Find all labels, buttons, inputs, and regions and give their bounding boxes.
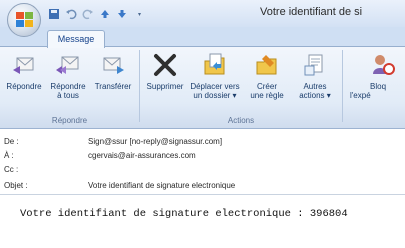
quick-access-toolbar (48, 6, 145, 20)
arrow-up-icon[interactable] (99, 7, 111, 19)
redo-icon[interactable] (82, 7, 94, 20)
message-body[interactable]: Votre identifiant de signature electroni… (20, 208, 348, 220)
from-label: De : (4, 137, 19, 146)
subject-value: Votre identifiant de signature electroni… (88, 181, 236, 190)
header-divider (0, 194, 405, 195)
other-actions-label-1: Autres (303, 82, 327, 91)
block-sender-label-2: l'expé (350, 91, 371, 100)
ribbon-separator (139, 50, 140, 122)
move-folder-icon (204, 53, 225, 75)
subject-label: Objet : (4, 181, 28, 190)
create-rule-button[interactable]: Créer une règle (244, 52, 290, 100)
office-logo-icon (16, 12, 33, 27)
save-icon[interactable] (48, 7, 60, 19)
delete-x-icon (154, 54, 176, 76)
other-actions-button[interactable]: Autres actions ▾ (292, 52, 338, 100)
reply-icon (13, 57, 34, 74)
delete-label: Supprimer (146, 82, 184, 91)
create-rule-label-2: une règle (250, 91, 284, 100)
ribbon-separator (342, 50, 343, 122)
arrow-down-icon[interactable] (116, 7, 128, 19)
to-value[interactable]: cgervais@air-assurances.com (88, 151, 196, 160)
window-title: Votre identifiant de si (260, 6, 363, 18)
create-rule-icon (256, 55, 277, 75)
reply-all-label-1: Répondre (50, 82, 86, 91)
group-label-actions: Actions (227, 116, 255, 125)
block-sender-label-1: Bloq (370, 82, 387, 91)
other-actions-icon (304, 54, 323, 76)
cc-label: Cc : (4, 165, 19, 174)
move-label-2: un dossier ▾ (193, 91, 237, 100)
reply-all-label-2: à tous (57, 91, 79, 100)
block-sender-button[interactable]: Bloq l'expé (350, 52, 405, 100)
forward-button[interactable]: Transférer (90, 52, 136, 91)
forward-icon (103, 57, 124, 74)
delete-button[interactable]: Supprimer (142, 52, 188, 91)
forward-label: Transférer (94, 82, 132, 91)
move-label-1: Déplacer vers (190, 82, 240, 91)
reply-button[interactable]: Répondre (2, 52, 46, 91)
block-sender-icon (373, 55, 395, 75)
from-value[interactable]: Sign@ssur [no-reply@signassur.com] (88, 137, 222, 146)
tab-message[interactable]: Message (47, 30, 105, 48)
create-rule-label-1: Créer (256, 82, 277, 91)
undo-icon[interactable] (65, 7, 77, 20)
customize-toolbar-icon[interactable] (133, 7, 145, 19)
other-actions-label-2: actions ▾ (299, 91, 331, 100)
to-label: À : (4, 151, 14, 160)
office-button[interactable] (7, 3, 41, 37)
group-label-reply: Répondre (51, 116, 88, 125)
reply-all-icon (56, 56, 79, 74)
move-to-folder-button[interactable]: Déplacer vers un dossier ▾ (188, 52, 242, 100)
reply-label: Répondre (6, 82, 42, 91)
reply-all-button[interactable]: Répondre à tous (46, 52, 90, 100)
